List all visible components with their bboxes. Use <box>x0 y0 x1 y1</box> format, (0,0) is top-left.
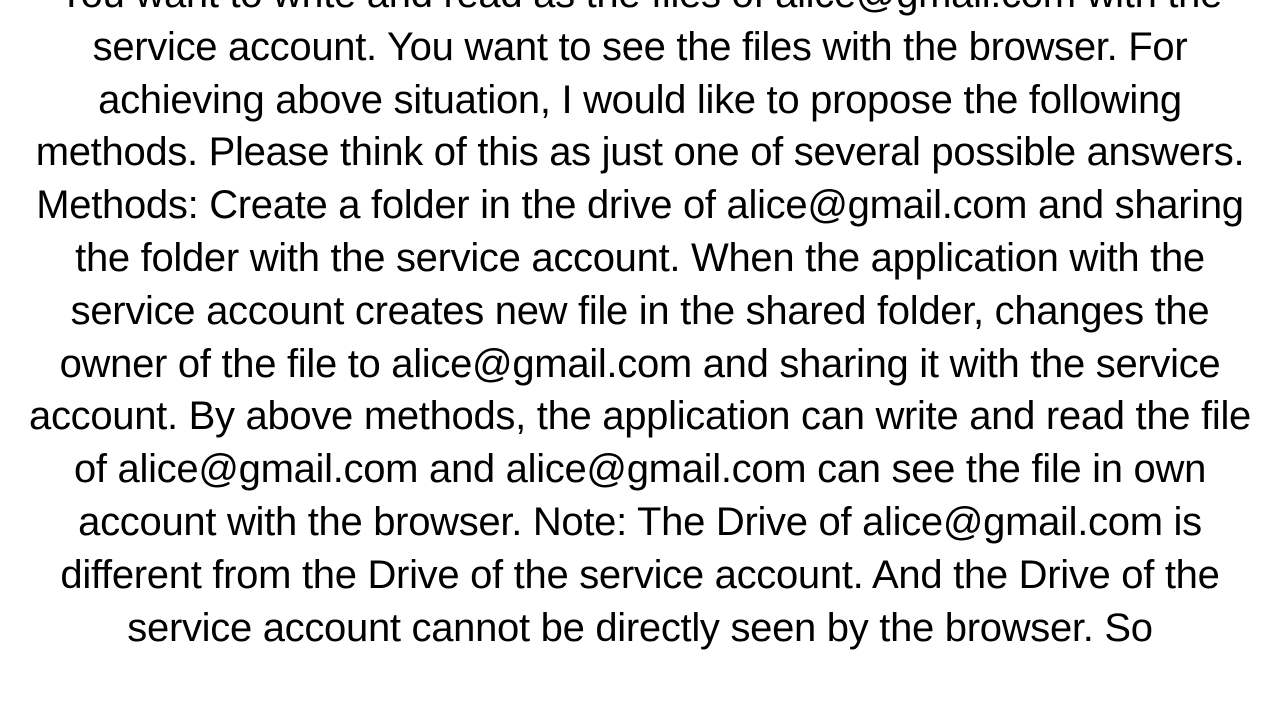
body-paragraph: You want to write and read as the files … <box>20 0 1260 654</box>
document-content: You want to write and read as the files … <box>0 0 1280 688</box>
